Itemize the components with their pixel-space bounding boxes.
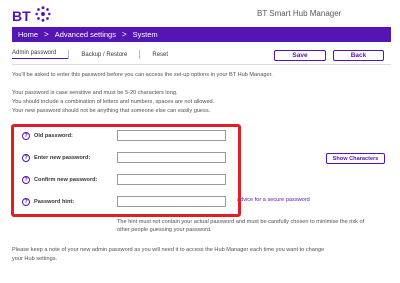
secure-password-advice-link[interactable]: advice for a secure password (237, 197, 310, 203)
highlight-box (11, 124, 241, 217)
hint-note: The hint must not contain your actual pa… (117, 219, 365, 225)
bt-logo: BT (12, 5, 74, 25)
app-title: BT Smart Hub Manager (257, 9, 342, 18)
breadcrumb-home[interactable]: Home (18, 30, 38, 39)
breadcrumb-system[interactable]: System (133, 30, 158, 39)
hint-note: other people guessing your password. (117, 227, 212, 233)
footer-note: your Hub settings. (12, 256, 58, 262)
breadcrumb: Home > Advanced settings > System (12, 27, 391, 42)
breadcrumb-advanced-settings[interactable]: Advanced settings (55, 30, 116, 39)
subnav: Admin password Backup / Restore Reset (12, 50, 180, 59)
tab-backup-restore[interactable]: Backup / Restore (81, 52, 139, 58)
tab-admin-password[interactable]: Admin password (12, 50, 69, 59)
breadcrumb-separator: > (44, 30, 49, 39)
save-button[interactable]: Save (274, 50, 326, 61)
header-divider (12, 64, 391, 65)
bt-globe-icon (35, 6, 51, 22)
logo-text: BT (12, 8, 31, 24)
rules-text: Your password is case sensitive and must… (12, 90, 178, 96)
rules-text: Your new password should not be anything… (12, 108, 211, 114)
rules-text: You should include a combination of lett… (12, 99, 215, 105)
tab-divider (139, 50, 141, 59)
breadcrumb-separator: > (121, 30, 127, 39)
back-button[interactable]: Back (333, 50, 384, 61)
show-characters-button[interactable]: Show Characters (326, 153, 385, 164)
tab-divider (68, 50, 70, 59)
tab-reset[interactable]: Reset (152, 52, 180, 58)
intro-text: You'll be asked to enter this password b… (12, 72, 273, 78)
footer-note: Please keep a note of your new admin pas… (12, 247, 325, 253)
